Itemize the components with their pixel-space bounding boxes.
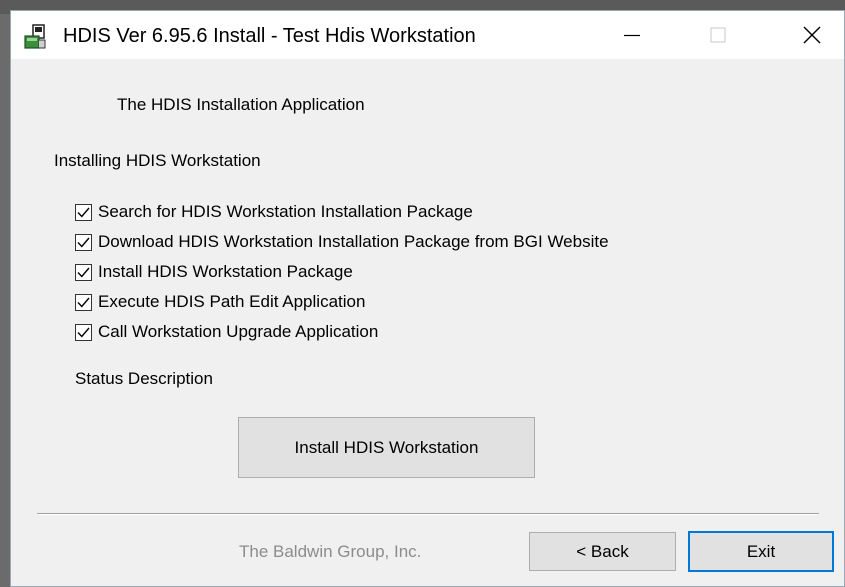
minimize-button[interactable] xyxy=(601,11,663,59)
step-install-package[interactable]: Install HDIS Workstation Package xyxy=(75,257,609,287)
checkmark-icon xyxy=(77,327,90,338)
maximize-icon xyxy=(710,27,726,43)
step-label: Execute HDIS Path Edit Application xyxy=(98,292,366,311)
step-label: Search for HDIS Workstation Installation… xyxy=(98,202,473,221)
status-description: Status Description xyxy=(75,369,213,388)
footer-divider xyxy=(37,513,819,515)
checkmark-icon xyxy=(77,207,90,218)
step-download-package[interactable]: Download HDIS Workstation Installation P… xyxy=(75,227,609,257)
step-checkbox[interactable] xyxy=(75,203,92,221)
close-icon xyxy=(803,26,821,44)
exit-button[interactable]: Exit xyxy=(688,531,834,572)
step-label: Call Workstation Upgrade Application xyxy=(98,322,379,341)
step-label: Download HDIS Workstation Installation P… xyxy=(98,232,609,251)
company-name: The Baldwin Group, Inc. xyxy=(239,542,422,561)
step-search-package[interactable]: Search for HDIS Workstation Installation… xyxy=(75,197,609,227)
app-heading: The HDIS Installation Application xyxy=(117,95,365,114)
installer-icon xyxy=(23,24,49,50)
step-checkbox[interactable] xyxy=(75,233,92,251)
checkmark-icon xyxy=(77,297,90,308)
step-checkbox[interactable] xyxy=(75,323,92,341)
step-path-edit[interactable]: Execute HDIS Path Edit Application xyxy=(75,287,609,317)
back-button[interactable]: < Back xyxy=(529,532,676,571)
title-bar: HDIS Ver 6.95.6 Install - Test Hdis Work… xyxy=(11,11,844,59)
section-label: Installing HDIS Workstation xyxy=(54,151,261,170)
maximize-button[interactable] xyxy=(687,11,749,59)
close-button[interactable] xyxy=(781,11,843,59)
step-upgrade-application[interactable]: Call Workstation Upgrade Application xyxy=(75,317,609,347)
step-checkbox[interactable] xyxy=(75,263,92,281)
install-steps-list: Search for HDIS Workstation Installation… xyxy=(75,197,609,347)
checkmark-icon xyxy=(77,267,90,278)
checkmark-icon xyxy=(77,237,90,248)
installer-window: HDIS Ver 6.95.6 Install - Test Hdis Work… xyxy=(10,10,845,587)
step-checkbox[interactable] xyxy=(75,293,92,311)
install-workstation-button[interactable]: Install HDIS Workstation xyxy=(238,417,535,478)
step-label: Install HDIS Workstation Package xyxy=(98,262,353,281)
minimize-icon xyxy=(624,34,640,37)
window-title: HDIS Ver 6.95.6 Install - Test Hdis Work… xyxy=(63,25,476,47)
